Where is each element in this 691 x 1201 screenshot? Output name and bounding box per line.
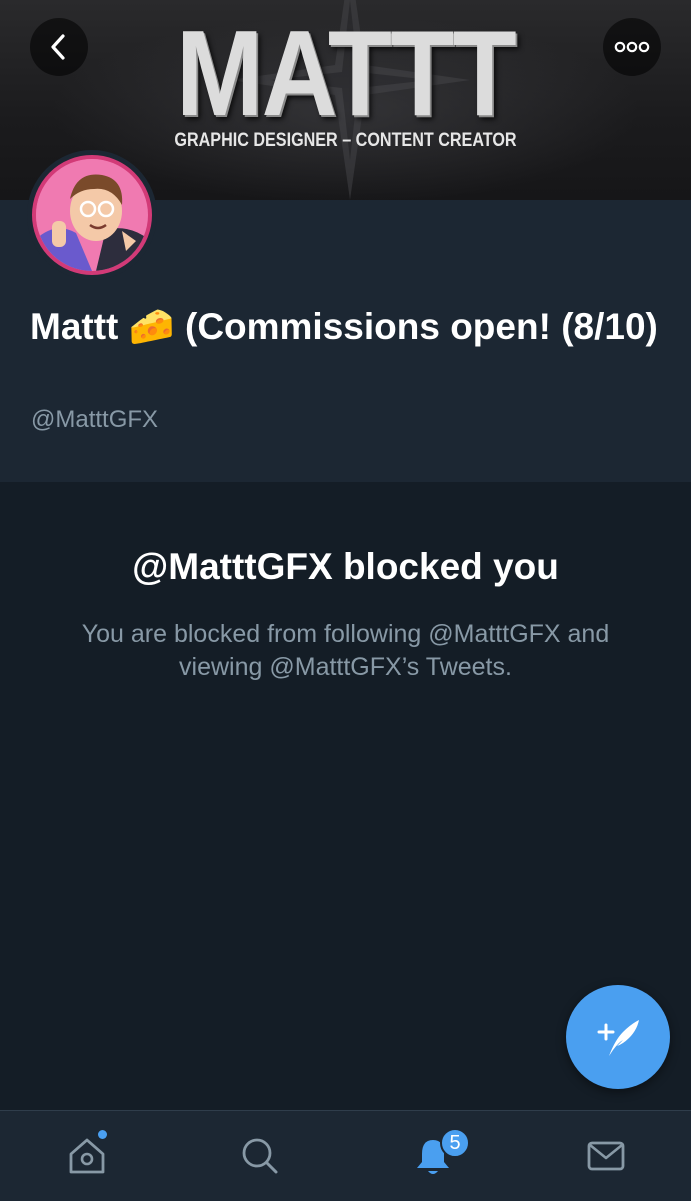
tab-notifications[interactable]: 5 [388,1111,478,1201]
banner-subtitle: GRAPHIC DESIGNER – CONTENT CREATOR [174,130,517,151]
chevron-left-icon [51,34,65,60]
banner-logo-text: MATTT [175,5,517,141]
tab-search[interactable] [215,1111,305,1201]
more-dots-icon [614,41,650,53]
search-icon [242,1138,278,1174]
profile-display-name: Mattt 🧀 (Commissions open! (8/10) [30,306,658,347]
tab-messages[interactable] [561,1111,651,1201]
notifications-badge: 5 [440,1128,470,1158]
home-icon [69,1138,105,1174]
new-content-dot [98,1130,107,1139]
compose-tweet-icon [597,1020,639,1056]
bottom-tab-bar: 5 [0,1110,691,1201]
compose-tweet-button[interactable] [566,985,670,1089]
messages-icon [587,1141,625,1171]
avatar-image [32,155,152,275]
back-button[interactable] [30,18,88,76]
profile-handle: @MatttGFX [31,406,159,433]
more-options-button[interactable] [603,18,661,76]
blocked-description: You are blocked from following @MatttGFX… [81,620,610,681]
blocked-title: @MatttGFX blocked you [132,546,559,587]
tab-home[interactable] [42,1111,132,1201]
avatar[interactable] [27,150,157,280]
cartoon-portrait-graphic [36,159,148,271]
